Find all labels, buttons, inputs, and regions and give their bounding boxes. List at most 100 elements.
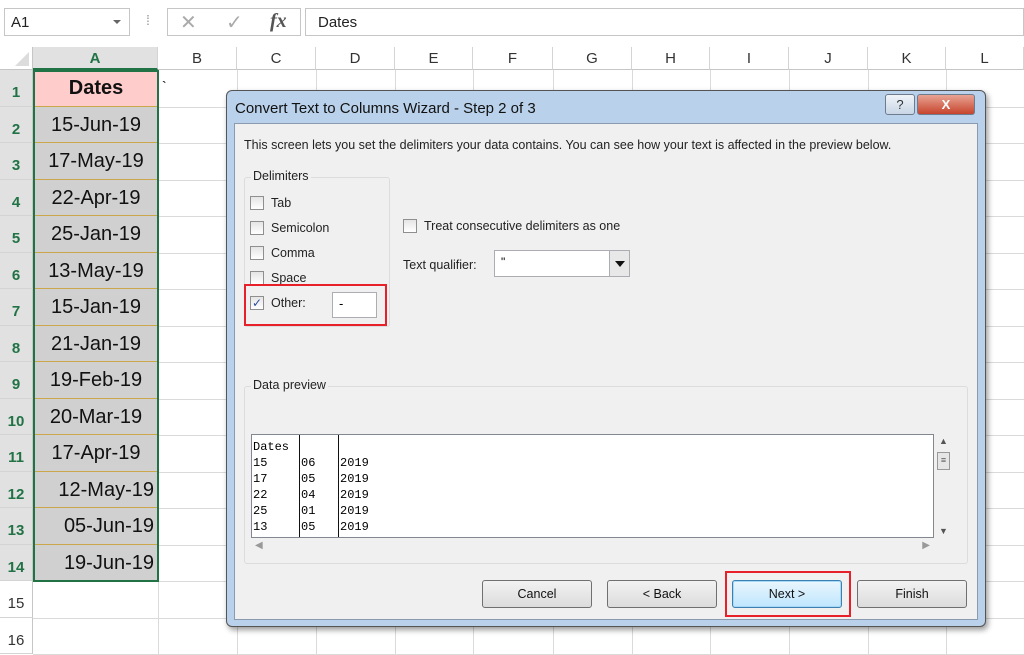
data-preview-label: Data preview [251,378,328,392]
column-header-J[interactable]: J [789,47,868,70]
column-header-L[interactable]: L [946,47,1024,70]
dialog-body: This screen lets you set the delimiters … [234,123,978,620]
preview-cell: 01 [301,504,316,518]
column-header-F[interactable]: F [473,47,553,70]
preview-cell: 22 [253,488,268,502]
dialog-title: Convert Text to Columns Wizard - Step 2 … [235,100,536,117]
data-preview-grid: Dates 15 06 2019 17 05 2019 22 04 2019 25 01 2019 13 0… [251,434,934,538]
close-button[interactable]: X [917,94,975,115]
select-all-corner[interactable] [0,47,33,70]
column-header-D[interactable]: D [316,47,395,70]
preview-cell: 05 [301,520,316,534]
row-header-6[interactable]: 6 [0,252,33,289]
delimiter-tab-checkbox[interactable]: Tab [250,196,291,210]
column-header-B[interactable]: B [158,47,237,70]
cell-A1[interactable]: Dates [34,70,158,107]
row-header-3[interactable]: 3 [0,143,33,180]
delimiter-label: Space [271,271,307,285]
row-header-2[interactable]: 2 [0,106,33,143]
row-header-15[interactable]: 15 [0,581,33,618]
cell-A12[interactable]: 12-May-19 [34,471,158,508]
row-header-1[interactable]: 1 [0,70,33,107]
row-header-14[interactable]: 14 [0,544,33,581]
column-header-A[interactable]: A [33,47,158,70]
preview-horizontal-scrollbar[interactable]: ◀ ▶ [251,538,934,555]
delimiters-label: Delimiters [251,169,311,183]
column-header-I[interactable]: I [710,47,789,70]
text-qualifier-label: Text qualifier: [403,258,477,272]
formula-input[interactable]: Dates [305,8,1024,36]
row-header-5[interactable]: 5 [0,216,33,253]
preview-cell: 05 [301,472,316,486]
text-qualifier-value: " [501,255,506,269]
treat-consecutive-label: Treat consecutive delimiters as one [424,219,621,233]
dialog-description: This screen lets you set the delimiters … [244,138,892,152]
preview-cell: 06 [301,456,316,470]
checkbox-box[interactable] [250,196,264,210]
column-header-G[interactable]: G [553,47,632,70]
preview-cell: 2019 [340,520,369,534]
scroll-right-icon[interactable]: ▶ [922,540,930,551]
column-header-C[interactable]: C [237,47,316,70]
checkbox-box[interactable] [250,246,264,260]
scroll-up-icon[interactable]: ▲ [935,434,952,446]
delimiter-label: Tab [271,196,292,210]
row-header-7[interactable]: 7 [0,289,33,326]
formula-bar: A1 ⁞ ✕ ✓ fx Dates [0,0,1024,47]
delimiter-space-checkbox[interactable]: Space [250,271,306,285]
row-header-16[interactable]: 16 [0,617,33,654]
cell-A8[interactable]: 21-Jan-19 [34,325,158,362]
formula-buttons: ✕ ✓ fx [167,8,301,36]
row-header-12[interactable]: 12 [0,471,33,508]
scroll-left-icon[interactable]: ◀ [255,540,263,551]
row-header-13[interactable]: 13 [0,508,33,545]
column-header-K[interactable]: K [868,47,946,70]
preview-cell: 13 [253,520,268,534]
preview-cell: Dates [253,440,290,454]
delimiter-semicolon-checkbox[interactable]: Semicolon [250,221,329,235]
help-button[interactable]: ? [885,94,915,115]
cell-A7[interactable]: 15-Jan-19 [34,289,158,326]
cell-A3[interactable]: 17-May-19 [34,143,158,180]
column-header-E[interactable]: E [395,47,473,70]
row-header-9[interactable]: 9 [0,362,33,399]
row-header-10[interactable]: 10 [0,398,33,435]
dropdown-arrow-icon[interactable] [609,251,629,276]
cell-A11[interactable]: 17-Apr-19 [34,435,158,472]
text-qualifier-select[interactable]: " [494,250,630,277]
scroll-thumb[interactable]: ≡ [937,452,950,470]
chevron-down-icon[interactable] [113,20,121,24]
cell-A10[interactable]: 20-Mar-19 [34,398,158,435]
fx-icon[interactable]: fx [270,10,287,33]
cell-A14[interactable]: 19-Jun-19 [34,544,158,581]
x-icon[interactable]: ✕ [180,10,197,35]
cell-A13[interactable]: 05-Jun-19 [34,508,158,545]
delimiter-comma-checkbox[interactable]: Comma [250,246,315,260]
cancel-button[interactable]: Cancel [482,580,592,608]
preview-cell: 2019 [340,504,369,518]
cell-B1[interactable]: ` [162,78,167,94]
other-delimiter-input[interactable]: - [332,292,377,318]
column-header-H[interactable]: H [632,47,710,70]
checkbox-box[interactable] [403,219,417,233]
convert-text-to-columns-dialog: Convert Text to Columns Wizard - Step 2 … [226,90,986,627]
name-box[interactable]: A1 [4,8,130,36]
row-header-8[interactable]: 8 [0,325,33,362]
row-header-11[interactable]: 11 [0,435,33,472]
finish-button[interactable]: Finish [857,580,967,608]
cell-A2[interactable]: 15-Jun-19 [34,106,158,143]
checkbox-box[interactable] [250,221,264,235]
preview-vertical-scrollbar[interactable]: ▲ ≡ ▼ [935,434,952,538]
row-header-4[interactable]: 4 [0,179,33,216]
preview-cell: 2019 [340,488,369,502]
preview-cell: 04 [301,488,316,502]
treat-consecutive-checkbox[interactable]: Treat consecutive delimiters as one [403,219,620,233]
check-icon[interactable]: ✓ [226,10,243,35]
cell-A4[interactable]: 22-Apr-19 [34,179,158,216]
scroll-down-icon[interactable]: ▼ [935,526,952,536]
cell-A6[interactable]: 13-May-19 [34,252,158,289]
back-button[interactable]: < Back [607,580,717,608]
checkbox-box[interactable] [250,271,264,285]
cell-A5[interactable]: 25-Jan-19 [34,216,158,253]
cell-A9[interactable]: 19-Feb-19 [34,362,158,399]
